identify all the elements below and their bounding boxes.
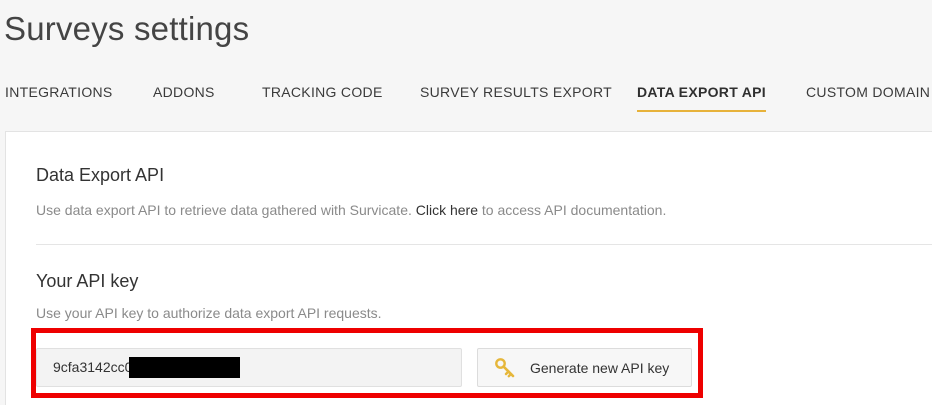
api-key-title: Your API key <box>36 271 139 291</box>
tab-tracking-code[interactable]: TRACKING CODE <box>262 78 383 112</box>
settings-card: Data Export API Use data export API to r… <box>5 131 932 405</box>
settings-tabs: INTEGRATIONS ADDONS TRACKING CODE SURVEY… <box>0 78 932 112</box>
api-key-description: Use your API key to authorize data expor… <box>36 305 382 321</box>
api-key-field[interactable]: 9cfa3142cc0 b261df70 <box>36 348 462 387</box>
generate-api-key-label: Generate new API key <box>530 359 670 376</box>
section-divider <box>36 244 932 245</box>
data-export-description: Use data export API to retrieve data gat… <box>36 202 666 218</box>
tab-integrations[interactable]: INTEGRATIONS <box>5 78 113 112</box>
page-title: Surveys settings <box>4 10 250 47</box>
data-export-desc-prefix: Use data export API to retrieve data gat… <box>36 202 416 218</box>
data-export-title: Data Export API <box>36 165 165 185</box>
key-icon <box>494 357 516 379</box>
data-export-desc-suffix: to access API documentation. <box>478 202 667 218</box>
api-docs-link[interactable]: Click here <box>416 202 478 218</box>
tab-survey-results-export[interactable]: SURVEY RESULTS EXPORT <box>420 78 612 112</box>
tab-addons[interactable]: ADDONS <box>153 78 215 112</box>
tab-custom-domain[interactable]: CUSTOM DOMAIN <box>806 78 930 112</box>
redaction-bar <box>129 357 240 378</box>
tab-data-export-api[interactable]: DATA EXPORT API <box>637 78 766 112</box>
page: Surveys settings INTEGRATIONS ADDONS TRA… <box>0 0 932 405</box>
generate-api-key-button[interactable]: Generate new API key <box>477 348 692 387</box>
